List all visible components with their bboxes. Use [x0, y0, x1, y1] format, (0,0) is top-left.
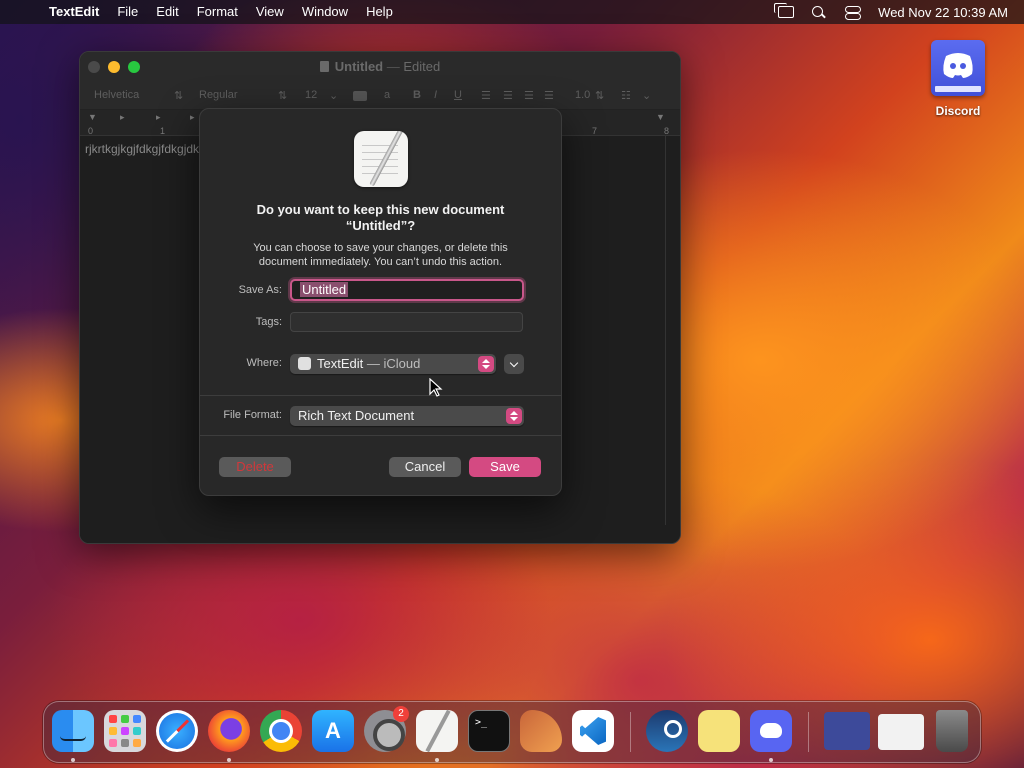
file-format-label: File Format: [223, 409, 282, 421]
chevron-down-icon[interactable]: ⌄ [329, 89, 338, 102]
dock-minimized-window-icon[interactable] [824, 712, 870, 750]
running-indicator [769, 758, 773, 762]
expand-dialog-button[interactable] [504, 354, 524, 374]
dock-discord-icon[interactable] [750, 710, 792, 752]
textedit-folder-icon [298, 357, 311, 370]
justify-icon[interactable]: ☰ [544, 89, 554, 102]
dock-firefox-icon[interactable] [208, 710, 250, 752]
align-center-icon[interactable]: ☰ [503, 89, 513, 102]
tab-stop-icon[interactable]: ▸ [120, 112, 125, 123]
window-titlebar[interactable]: Untitled — Edited [80, 52, 680, 82]
dock-minimized-window-icon[interactable] [878, 714, 924, 750]
save-button[interactable]: Save [469, 457, 541, 477]
screen-mirroring-icon[interactable] [774, 3, 795, 18]
app-menu[interactable]: TextEdit [40, 0, 108, 24]
dialog-title: Do you want to keep this new document “U… [256, 202, 505, 233]
chevron-updown-icon: ⇅ [278, 90, 288, 102]
spotlight-search-icon[interactable] [810, 5, 828, 19]
format-toolbar: Helvetica ⇅ Regular ⇅ 12 ⌄ a B I U ☰ ☰ ☰… [80, 82, 680, 110]
dock: 2 [43, 701, 981, 763]
delete-button[interactable]: Delete [219, 457, 291, 477]
dock-stickies-icon[interactable] [698, 710, 740, 752]
menu-help[interactable]: Help [357, 0, 402, 24]
menu-bar: TextEdit File Edit Format View Window He… [0, 0, 1024, 24]
save-as-field[interactable]: Untitled [290, 279, 524, 301]
document-icon [319, 61, 329, 72]
textedit-app-icon [354, 131, 408, 187]
save-dialog: Do you want to keep this new document “U… [199, 108, 562, 496]
cancel-button[interactable]: Cancel [389, 457, 461, 477]
file-format-popup[interactable]: Rich Text Document [290, 406, 524, 426]
dock-chrome-icon[interactable] [260, 710, 302, 752]
chevron-updown-icon: ⇅ [174, 90, 184, 102]
control-center-icon[interactable] [844, 5, 862, 20]
chevron-down-icon[interactable]: ⌄ [642, 89, 651, 102]
divider [200, 435, 561, 436]
where-popup[interactable]: TextEdit — iCloud [290, 354, 496, 374]
ruler-label: 1 [160, 126, 166, 136]
menu-edit[interactable]: Edit [147, 0, 187, 24]
window-title: Untitled — Edited [80, 59, 680, 74]
dock-separator [630, 712, 631, 752]
menu-file[interactable]: File [108, 0, 147, 24]
align-right-icon[interactable]: ☰ [524, 89, 534, 102]
right-margin-icon[interactable]: ▼ [656, 112, 665, 122]
dock-safari-icon[interactable] [156, 710, 198, 752]
font-family-popup[interactable]: Helvetica [94, 89, 139, 101]
tab-stop-icon[interactable]: ▸ [156, 112, 161, 123]
chevron-updown-icon: ⇅ [595, 90, 605, 102]
where-label: Where: [246, 357, 282, 369]
dock-textedit-icon[interactable] [416, 710, 458, 752]
notification-badge: 2 [393, 706, 409, 722]
save-as-label: Save As: [238, 284, 282, 296]
ruler-label: 0 [88, 126, 94, 136]
dialog-message: You can choose to save your changes, or … [253, 242, 508, 268]
discord-icon [931, 40, 985, 96]
dock-app-store-icon[interactable] [312, 710, 354, 752]
tags-label: Tags: [255, 316, 282, 328]
ruler-label: 7 [592, 126, 598, 136]
menu-format[interactable]: Format [188, 0, 247, 24]
dock-steam-icon[interactable] [646, 710, 688, 752]
menu-bar-clock[interactable]: Wed Nov 22 10:39 AM [878, 5, 1008, 20]
dock-instruments-icon[interactable] [520, 710, 562, 752]
menu-view[interactable]: View [247, 0, 293, 24]
align-left-icon[interactable]: ☰ [481, 89, 491, 102]
running-indicator [227, 758, 231, 762]
text-color-well[interactable] [353, 91, 367, 101]
dock-trash-icon[interactable] [936, 710, 968, 752]
running-indicator [435, 758, 439, 762]
tab-stop-icon[interactable]: ▸ [190, 112, 195, 123]
desktop-icon-label: Discord [935, 104, 981, 118]
desktop-icon-discord[interactable]: Discord [926, 40, 990, 118]
dock-launchpad-icon[interactable] [104, 710, 146, 752]
tab-stop-icon[interactable]: ▼ [88, 112, 97, 122]
bold-button[interactable]: B [413, 89, 421, 101]
popup-stepper-icon [506, 408, 522, 424]
running-indicator [71, 758, 75, 762]
font-size-field[interactable]: 12 [305, 89, 317, 101]
document-text[interactable]: rjkrtkgjkgjfdkgjfdkgjdk [85, 142, 199, 156]
dock-vscode-icon[interactable] [572, 710, 614, 752]
divider [200, 395, 561, 396]
ruler-label: 8 [664, 126, 670, 136]
menu-window[interactable]: Window [293, 0, 357, 24]
popup-stepper-icon [478, 356, 494, 372]
dock-terminal-icon[interactable] [468, 710, 510, 752]
dock-separator [808, 712, 809, 752]
italic-button[interactable]: I [434, 89, 437, 101]
line-spacing-popup[interactable]: 1.0 [575, 89, 590, 101]
page-edge [665, 136, 666, 525]
underline-button[interactable]: U [454, 89, 462, 101]
highlight-color-icon[interactable]: a [384, 89, 390, 101]
font-style-popup[interactable]: Regular [199, 89, 238, 101]
list-bullets-icon[interactable]: ☷ [621, 89, 631, 102]
dock-finder-icon[interactable] [52, 710, 94, 752]
tags-field[interactable] [290, 312, 523, 332]
